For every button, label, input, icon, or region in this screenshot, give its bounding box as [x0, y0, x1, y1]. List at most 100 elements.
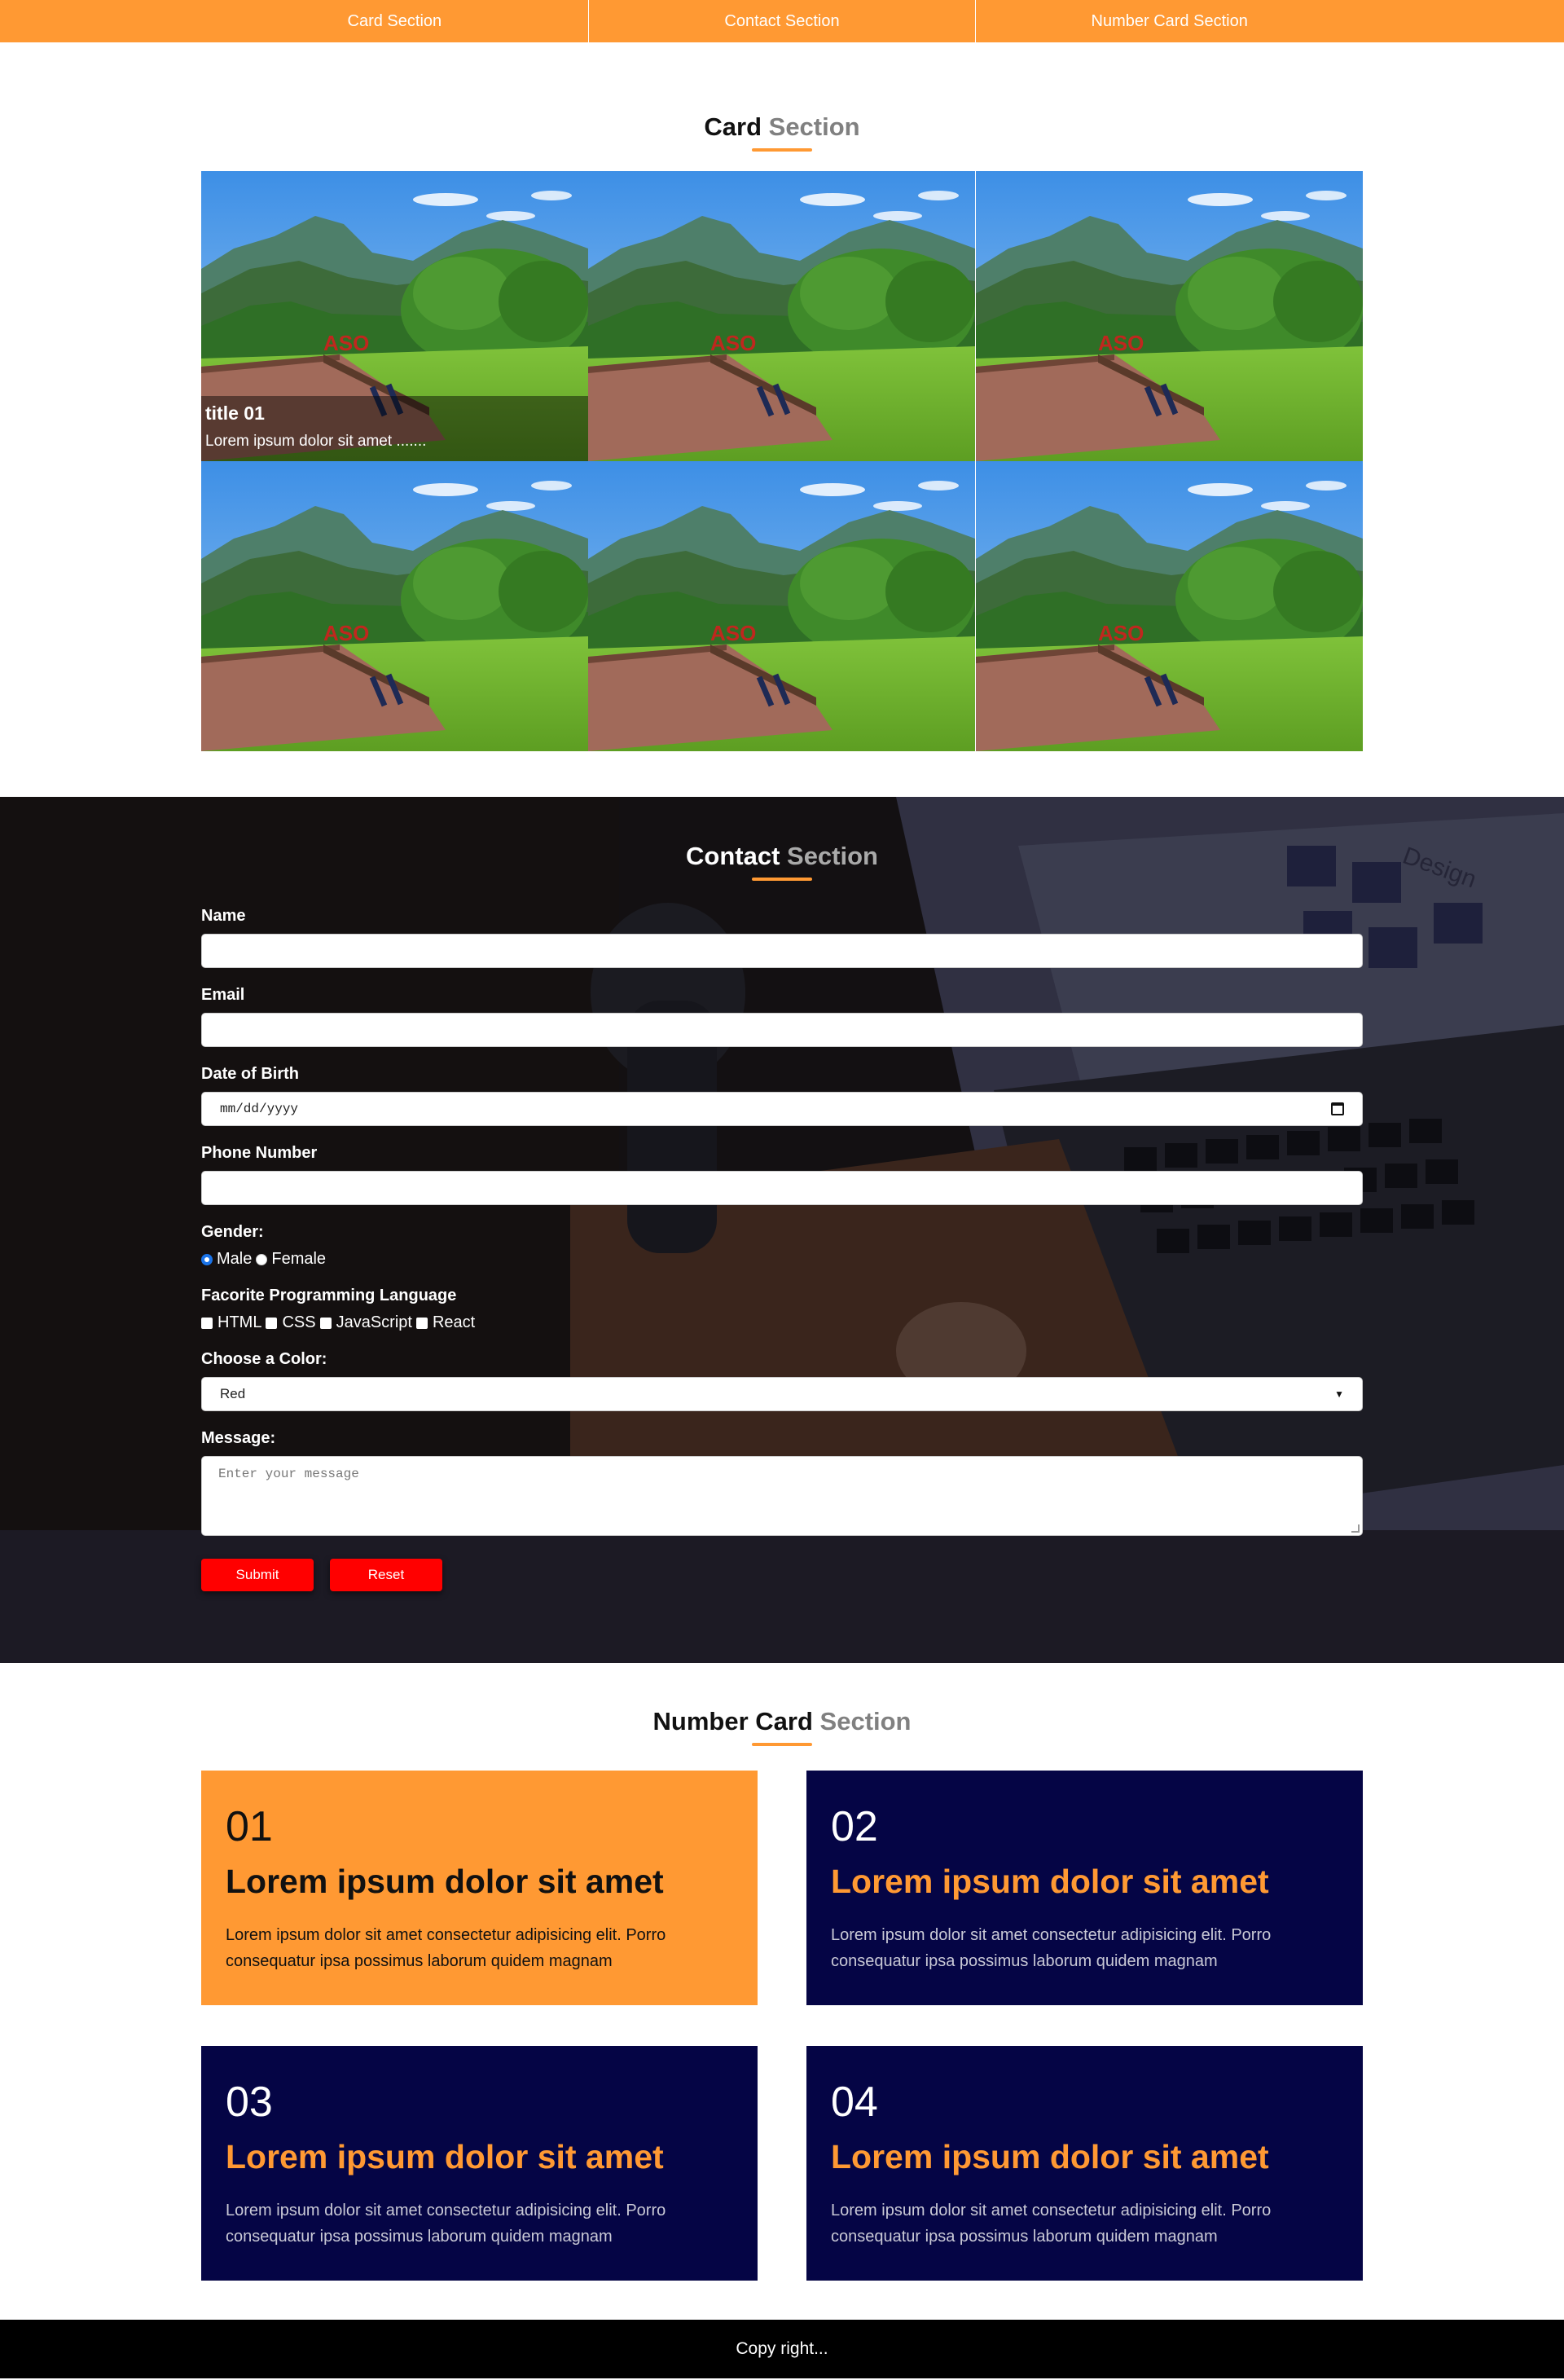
number-section-title: Number Card Section	[0, 1707, 1564, 1736]
card-section: Card Section title 01 Lorem ipsum dolor …	[0, 42, 1564, 797]
card-4[interactable]	[201, 461, 588, 751]
number-title-part3: Section	[819, 1707, 912, 1736]
card-text: Lorem ipsum dolor sit amet consectetur a…	[831, 2201, 1272, 2246]
card-heading: Lorem ipsum dolor sit amet	[831, 2137, 1269, 2175]
contact-form: Name Email Date of Birth mm/dd/yyyy Phon…	[201, 907, 1363, 1591]
react-label: React	[432, 1313, 476, 1331]
css-checkbox[interactable]	[266, 1317, 278, 1329]
dob-field[interactable]: mm/dd/yyyy	[201, 1092, 1363, 1126]
message-label: Message:	[201, 1429, 276, 1447]
card-text: Lorem ipsum dolor sit amet consectetur a…	[831, 1925, 1272, 1970]
landscape-image	[201, 461, 588, 751]
message-textarea[interactable]: Enter your message	[201, 1456, 1363, 1536]
title-underline	[752, 878, 812, 881]
number-card-section: Number Card Section 01 Lorem ipsum dolor…	[0, 1663, 1564, 2320]
nav-contact-section-link[interactable]: Contact Section	[589, 0, 977, 42]
card-1[interactable]: title 01 Lorem ipsum dolor sit amet ....…	[201, 171, 589, 461]
color-group: Choose a Color: Red ▼	[201, 1350, 1363, 1411]
number-title-part1: Number	[652, 1707, 749, 1736]
number-card-2: 02 Lorem ipsum dolor sit amet Lorem ipsu…	[806, 1771, 1363, 2005]
card-section-title: Card Section	[0, 112, 1564, 142]
contact-title-part2: Section	[787, 842, 878, 870]
card-title: title 01	[205, 403, 265, 424]
gender-male-label: Male	[217, 1250, 253, 1268]
email-field[interactable]	[201, 1013, 1363, 1047]
email-group: Email	[201, 986, 1363, 1047]
html-label: HTML	[217, 1313, 262, 1331]
contact-form-container: Contact Section Name Email Date of Birth…	[201, 797, 1363, 1591]
title-underline	[752, 1743, 812, 1746]
card-number: 02	[831, 1802, 878, 1850]
title-underline	[752, 148, 812, 152]
top-navigation: Card Section Contact Section Number Card…	[0, 0, 1564, 42]
color-select[interactable]: Red ▼	[201, 1377, 1363, 1411]
gender-male-radio[interactable]	[201, 1253, 213, 1265]
dob-placeholder: mm/dd/yyyy	[220, 1102, 299, 1116]
card-6[interactable]	[976, 461, 1363, 751]
card-description: Lorem ipsum dolor sit amet .......	[205, 433, 427, 450]
name-group: Name	[201, 907, 1363, 968]
reset-button[interactable]: Reset	[330, 1559, 442, 1591]
card-number: 04	[831, 2078, 878, 2126]
form-buttons: Submit Reset	[201, 1559, 1363, 1591]
gender-label: Gender:	[201, 1223, 264, 1241]
contact-section-title: Contact Section	[201, 842, 1363, 871]
nav-number-card-section-link[interactable]: Number Card Section	[976, 0, 1363, 42]
card-number: 01	[226, 1802, 273, 1850]
landscape-image	[976, 171, 1363, 461]
message-placeholder: Enter your message	[218, 1467, 359, 1481]
landscape-image	[976, 461, 1363, 751]
javascript-label: JavaScript	[336, 1313, 412, 1331]
css-label: CSS	[282, 1313, 316, 1331]
contact-title-part1: Contact	[686, 842, 780, 870]
language-group: Facorite Programming Language HTML CSS J…	[201, 1287, 1363, 1332]
gender-female-radio[interactable]	[256, 1253, 268, 1265]
footer-text: Copy right...	[736, 2339, 828, 2358]
color-label: Choose a Color:	[201, 1350, 327, 1368]
card-2[interactable]	[588, 171, 975, 461]
gender-female-label: Female	[271, 1250, 327, 1268]
gender-group: Gender: Male Female	[201, 1223, 1363, 1269]
card-3[interactable]	[976, 171, 1363, 461]
nav-card-section-link[interactable]: Card Section	[201, 0, 589, 42]
calendar-icon[interactable]	[1331, 1102, 1344, 1115]
number-title-part2: Card	[755, 1707, 813, 1736]
card-title-part2: Section	[768, 112, 860, 141]
card-number: 03	[226, 2078, 273, 2126]
phone-field[interactable]	[201, 1171, 1363, 1205]
html-checkbox[interactable]	[201, 1317, 213, 1329]
color-selected-value: Red	[220, 1386, 246, 1401]
phone-group: Phone Number	[201, 1144, 1363, 1205]
react-checkbox[interactable]	[415, 1317, 428, 1329]
landscape-image	[588, 171, 975, 461]
number-card-4: 04 Lorem ipsum dolor sit amet Lorem ipsu…	[806, 2046, 1363, 2281]
card-overlay: title 01 Lorem ipsum dolor sit amet ....…	[201, 396, 589, 461]
message-group: Message: Enter your message	[201, 1429, 1363, 1536]
javascript-checkbox[interactable]	[319, 1317, 332, 1329]
resize-grip-icon[interactable]	[1351, 1524, 1360, 1533]
language-options: HTML CSS JavaScript React	[201, 1313, 1363, 1332]
name-field[interactable]	[201, 934, 1363, 968]
gender-options: Male Female	[201, 1250, 1363, 1269]
chevron-down-icon: ▼	[1334, 1388, 1344, 1400]
number-card-grid: 01 Lorem ipsum dolor sit amet Lorem ipsu…	[201, 1771, 1363, 2281]
submit-button[interactable]: Submit	[201, 1559, 314, 1591]
card-heading: Lorem ipsum dolor sit amet	[831, 1862, 1269, 1900]
dob-label: Date of Birth	[201, 1065, 299, 1083]
name-label: Name	[201, 907, 246, 925]
landscape-image	[588, 461, 975, 751]
card-text: Lorem ipsum dolor sit amet consectetur a…	[226, 1925, 666, 1970]
card-text: Lorem ipsum dolor sit amet consectetur a…	[226, 2201, 666, 2246]
dob-group: Date of Birth mm/dd/yyyy	[201, 1065, 1363, 1126]
card-5[interactable]	[588, 461, 975, 751]
language-label: Facorite Programming Language	[201, 1287, 457, 1304]
card-grid: title 01 Lorem ipsum dolor sit amet ....…	[201, 171, 1363, 751]
contact-section: Design Contact Section Name Email Date o…	[0, 797, 1564, 1663]
card-title-part1: Card	[704, 112, 762, 141]
card-heading: Lorem ipsum dolor sit amet	[226, 1862, 664, 1900]
number-card-3: 03 Lorem ipsum dolor sit amet Lorem ipsu…	[201, 2046, 758, 2281]
number-card-1: 01 Lorem ipsum dolor sit amet Lorem ipsu…	[201, 1771, 758, 2005]
phone-label: Phone Number	[201, 1144, 318, 1162]
email-label: Email	[201, 986, 245, 1004]
footer: Copy right...	[0, 2320, 1564, 2378]
